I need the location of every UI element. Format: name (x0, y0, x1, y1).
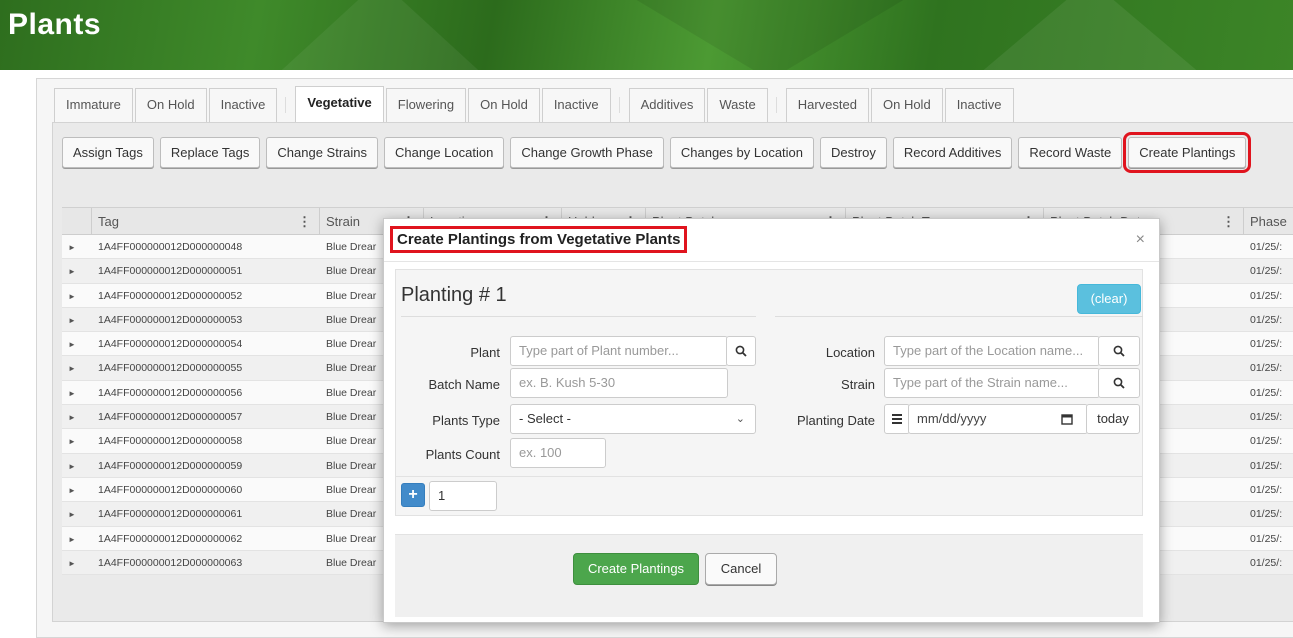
plants-count-input[interactable]: ex. 100 (510, 438, 606, 468)
planting-title: Planting # 1 (401, 284, 507, 306)
strain-label: Strain (841, 377, 875, 392)
divider (401, 316, 756, 317)
location-search-input[interactable]: Type part of the Location name... (884, 336, 1100, 366)
strain-search-button[interactable] (1098, 368, 1140, 398)
location-search-button[interactable] (1098, 336, 1140, 366)
planting-date-label: Planting Date (796, 413, 875, 428)
calendar-addon (884, 404, 910, 434)
plus-icon: + (408, 486, 418, 503)
add-planting-button[interactable]: + (401, 483, 425, 507)
plant-search-input[interactable]: Type part of Plant number... (510, 336, 728, 366)
calendar-icon[interactable] (1061, 413, 1073, 425)
calendar-list-icon (892, 414, 902, 424)
divider (775, 316, 1143, 317)
batch-name-input[interactable]: ex. B. Kush 5-30 (510, 368, 728, 398)
strain-search-input[interactable]: Type part of the Strain name... (884, 368, 1100, 398)
search-icon (735, 345, 747, 357)
location-label: Location (825, 345, 875, 360)
planting-date-input[interactable]: mm/dd/yyyy (908, 404, 1088, 434)
add-count-input[interactable]: 1 (429, 481, 497, 511)
plants-type-select[interactable]: - Select - ⌄ (510, 404, 756, 434)
add-row (395, 476, 1143, 516)
search-icon (1113, 377, 1125, 389)
dialog-body: Planting # 1 (clear) Plant Type part of … (383, 218, 1160, 617)
clear-button[interactable]: (clear) (1077, 284, 1141, 314)
plant-search-button[interactable] (726, 336, 756, 366)
search-icon (1113, 345, 1125, 357)
plants-count-label: Plants Count (425, 447, 500, 462)
chevron-down-icon: ⌄ (735, 413, 745, 425)
plants-type-label: Plants Type (432, 413, 500, 428)
plant-label: Plant (470, 345, 500, 360)
batch-name-label: Batch Name (428, 377, 500, 392)
cancel-button[interactable]: Cancel (705, 553, 777, 585)
today-button[interactable]: today (1086, 404, 1140, 434)
create-plantings-submit-button[interactable]: Create Plantings (573, 553, 699, 585)
